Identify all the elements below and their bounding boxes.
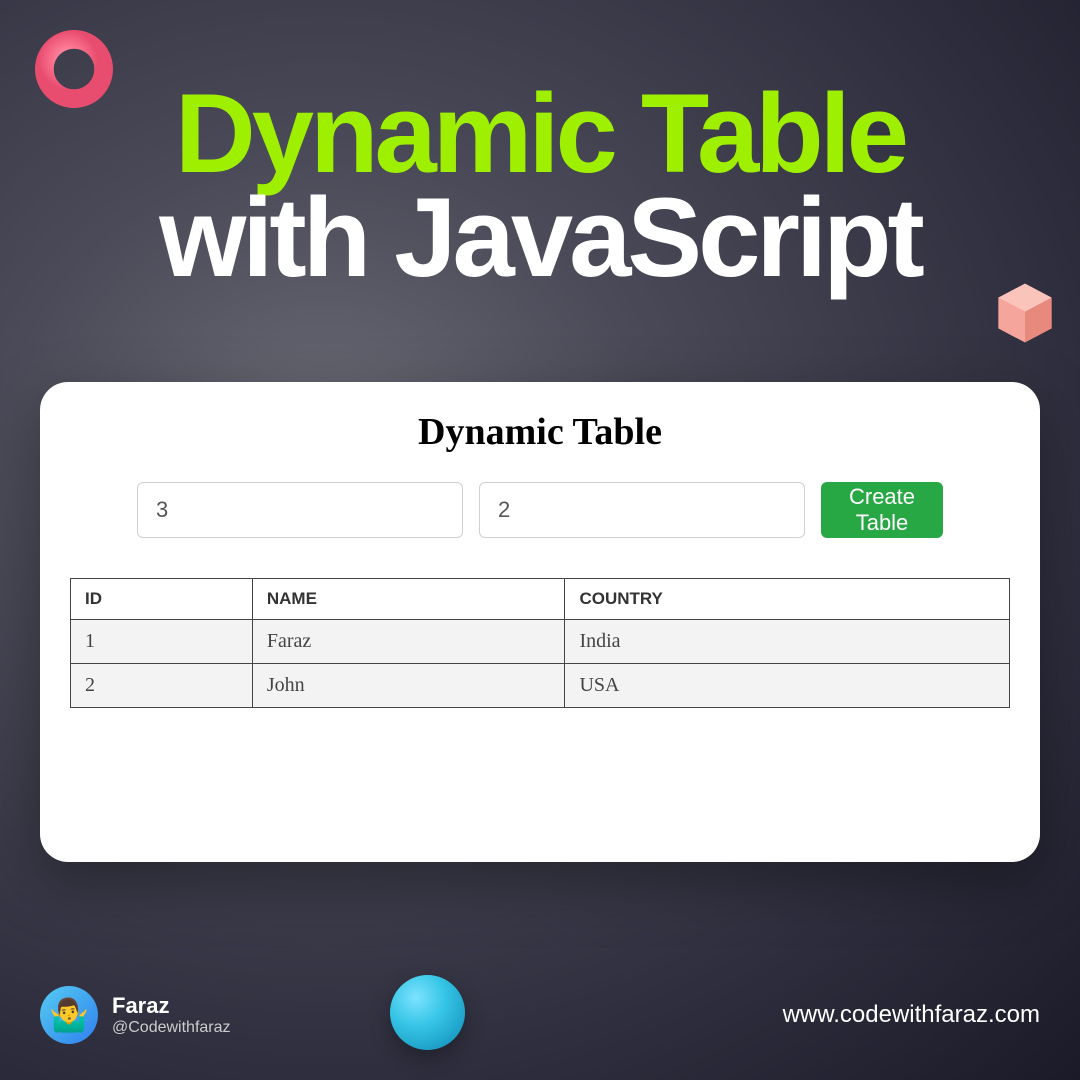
author-name: Faraz bbox=[112, 993, 231, 1019]
author-text: Faraz @Codewithfaraz bbox=[112, 993, 231, 1037]
rows-input[interactable] bbox=[137, 482, 463, 538]
heading-line-2: with JavaScript bbox=[0, 182, 1080, 294]
avatar-emoji: 🤷‍♂️ bbox=[49, 996, 89, 1034]
table-cell: John bbox=[252, 664, 565, 708]
table-cell: Faraz bbox=[252, 620, 565, 664]
avatar: 🤷‍♂️ bbox=[40, 986, 98, 1044]
heading-line-1: Dynamic Table bbox=[0, 78, 1080, 190]
controls-row: Create Table bbox=[70, 482, 1010, 538]
table-row: 1 Faraz India bbox=[71, 620, 1010, 664]
table-cell: India bbox=[565, 620, 1010, 664]
table-cell: 2 bbox=[71, 664, 253, 708]
website-link[interactable]: www.codewithfaraz.com bbox=[783, 1001, 1040, 1029]
table-cell: 1 bbox=[71, 620, 253, 664]
create-table-button[interactable]: Create Table bbox=[821, 482, 943, 538]
dynamic-table: ID NAME COUNTRY 1 Faraz India 2 John USA bbox=[70, 578, 1010, 708]
author-section: 🤷‍♂️ Faraz @Codewithfaraz bbox=[40, 986, 231, 1044]
author-handle: @Codewithfaraz bbox=[112, 1019, 231, 1037]
demo-card: Dynamic Table Create Table ID NAME COUNT… bbox=[40, 382, 1040, 862]
table-cell: USA bbox=[565, 664, 1010, 708]
footer: 🤷‍♂️ Faraz @Codewithfaraz www.codewithfa… bbox=[40, 986, 1040, 1044]
table-header: ID bbox=[71, 579, 253, 620]
table-header: COUNTRY bbox=[565, 579, 1010, 620]
card-title: Dynamic Table bbox=[70, 410, 1010, 454]
cols-input[interactable] bbox=[479, 482, 805, 538]
table-row: 2 John USA bbox=[71, 664, 1010, 708]
page-heading: Dynamic Table with JavaScript bbox=[0, 78, 1080, 294]
table-header: NAME bbox=[252, 579, 565, 620]
